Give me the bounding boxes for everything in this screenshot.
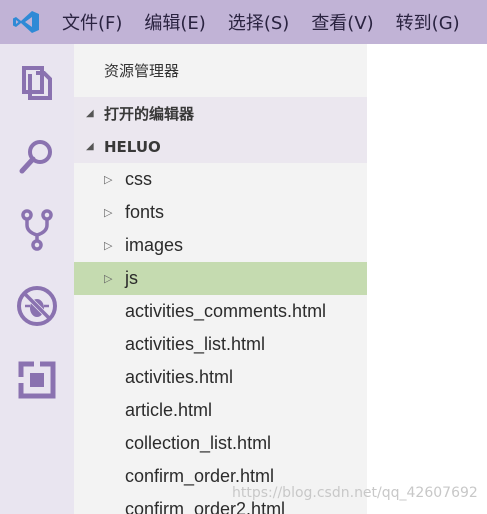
folder-label: images (125, 235, 184, 255)
source-control-icon (21, 209, 53, 251)
search-activity-button[interactable] (13, 132, 61, 180)
open-editors-section[interactable]: ◢ 打开的编辑器 (74, 97, 367, 130)
chevron-right-icon: ▷ (104, 273, 113, 285)
extensions-icon (18, 361, 56, 399)
file-item[interactable]: activities.html (74, 361, 367, 394)
file-item[interactable]: collection_list.html (74, 427, 367, 460)
files-icon (22, 66, 52, 100)
menu-go[interactable]: 转到(G) (396, 9, 460, 35)
debug-icon (17, 286, 57, 326)
folder-css[interactable]: ▷ css (74, 163, 367, 196)
source-control-activity-button[interactable] (13, 206, 61, 254)
project-label: HELUO (104, 137, 161, 156)
project-section[interactable]: ◢ HELUO (74, 130, 367, 163)
file-item[interactable]: activities_comments.html (74, 295, 367, 328)
caret-down-icon: ◢ (86, 108, 94, 119)
file-item[interactable]: article.html (74, 394, 367, 427)
chevron-right-icon: ▷ (104, 207, 113, 219)
folder-label: js (125, 268, 138, 288)
extensions-activity-button[interactable] (13, 356, 61, 404)
menu-edit[interactable]: 编辑(E) (144, 9, 205, 35)
editor-area[interactable] (367, 44, 487, 514)
menu-file[interactable]: 文件(F) (62, 9, 122, 35)
chevron-right-icon: ▷ (104, 174, 113, 186)
folder-label: css (125, 169, 152, 189)
explorer-title: 资源管理器 (104, 62, 180, 80)
vscode-logo-icon (13, 11, 39, 33)
folder-images[interactable]: ▷ images (74, 229, 367, 262)
folder-fonts[interactable]: ▷ fonts (74, 196, 367, 229)
menu-selection[interactable]: 选择(S) (228, 9, 289, 35)
explorer-activity-button[interactable] (13, 58, 61, 106)
open-editors-label: 打开的编辑器 (104, 105, 195, 123)
folder-label: fonts (125, 202, 165, 222)
menu-view[interactable]: 查看(V) (311, 9, 373, 35)
file-item[interactable]: activities_list.html (74, 328, 367, 361)
folder-js[interactable]: ▷ js (74, 262, 367, 295)
caret-down-icon: ◢ (86, 141, 94, 152)
explorer-sidebar: 资源管理器 ◢ 打开的编辑器 ◢ HELUO ▷ css ▷ fonts ▷ i… (74, 44, 367, 514)
search-icon (19, 140, 52, 174)
watermark-text: https://blog.csdn.net/qq_42607692 (232, 485, 478, 501)
debug-activity-button[interactable] (13, 282, 61, 330)
menu-bar: 文件(F) 编辑(E) 选择(S) 查看(V) 转到(G) (0, 0, 487, 44)
activity-bar (0, 44, 74, 514)
chevron-right-icon: ▷ (104, 240, 113, 252)
